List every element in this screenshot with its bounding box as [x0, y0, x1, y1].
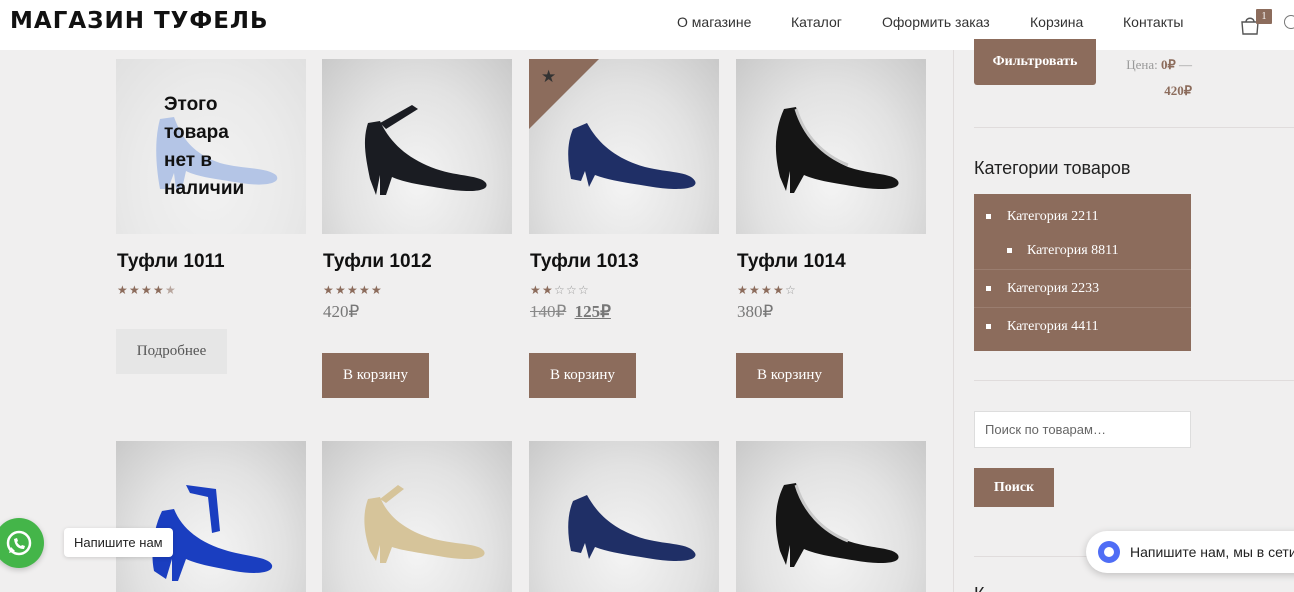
star-icon: ★ — [141, 283, 152, 297]
product-price: 140₽ 125₽ — [530, 302, 611, 322]
star-icon: ☆ — [566, 283, 577, 297]
sidebar-separator — [974, 380, 1294, 381]
category-item[interactable]: Категория 8811 — [1027, 243, 1119, 259]
list-bullet — [1007, 248, 1012, 253]
star-icon: ★ — [530, 283, 541, 297]
chat-bubble-icon — [1098, 541, 1120, 563]
shoe-image — [364, 485, 485, 563]
shoe-image — [152, 485, 273, 581]
list-bullet — [986, 324, 991, 329]
rating-stars: ★★★★☆ — [737, 281, 797, 297]
category-separator — [974, 307, 1191, 308]
search-button[interactable]: Поиск — [974, 468, 1054, 507]
nav-item-checkout[interactable]: Оформить заказ — [882, 14, 990, 30]
shoe-image — [364, 105, 487, 195]
category-item[interactable]: Категория 4411 — [1007, 319, 1099, 335]
star-icon: ★ — [761, 283, 772, 297]
product-image[interactable] — [322, 441, 512, 592]
product-image[interactable]: ★ — [529, 59, 719, 234]
star-icon: ★ — [117, 283, 128, 297]
category-item[interactable]: Категория 2233 — [1007, 281, 1099, 297]
rating-stars: ★★★★★ — [323, 281, 383, 297]
product-search-input[interactable] — [974, 411, 1191, 448]
whatsapp-label[interactable]: Напишите нам — [64, 528, 173, 557]
featured-ribbon — [529, 59, 599, 129]
star-icon: ★ — [359, 283, 370, 297]
add-to-cart-button[interactable]: В корзину — [529, 353, 636, 398]
price-label: Цена: — [1126, 57, 1158, 72]
star-icon: ★ — [773, 283, 784, 297]
product-image[interactable]: Этого товара нет в наличии — [116, 59, 306, 234]
product-image[interactable] — [529, 441, 719, 592]
star-icon: ★ — [347, 283, 358, 297]
list-bullet — [986, 214, 991, 219]
featured-star-icon: ★ — [541, 67, 557, 86]
sidebar-divider — [953, 50, 954, 592]
site-header: МАГАЗИН ТУФЕЛЬ О магазине Каталог Оформи… — [0, 0, 1294, 50]
price-min: 0₽ — [1160, 57, 1176, 72]
add-to-cart-button[interactable]: В корзину — [322, 353, 429, 398]
product-price: 380₽ — [737, 302, 774, 321]
nav-item-contacts[interactable]: Контакты — [1123, 14, 1183, 30]
product-title[interactable]: Туфли 1013 — [530, 251, 639, 273]
product-price: 420₽ — [323, 302, 360, 321]
category-item[interactable]: Категория 2211 — [1007, 209, 1099, 225]
filter-button[interactable]: Фильтровать — [974, 39, 1096, 85]
sale-price: 125₽ — [574, 302, 611, 321]
whatsapp-button[interactable] — [0, 518, 44, 568]
price-range-label: Цена: 0₽ — 420₽ — [1120, 52, 1192, 104]
product-image[interactable] — [322, 59, 512, 234]
nav-item-about[interactable]: О магазине — [677, 14, 751, 30]
star-icon: ★ — [737, 283, 748, 297]
category-separator — [974, 269, 1191, 270]
star-icon: ★ — [542, 283, 553, 297]
rating-stars: ★★★★★ — [117, 281, 177, 297]
product-image[interactable] — [736, 441, 926, 592]
out-of-stock-label: Этого товара нет в наличии — [164, 94, 245, 199]
star-icon: ★ — [129, 283, 140, 297]
star-icon: ★ — [335, 283, 346, 297]
star-icon: ★ — [153, 283, 164, 297]
shoe-image — [568, 495, 696, 561]
sidebar-separator — [974, 127, 1294, 128]
product-title[interactable]: Туфли 1011 — [117, 251, 225, 273]
star-icon: ☆ — [785, 283, 796, 297]
star-icon: ☆ — [578, 283, 589, 297]
nav-item-cart[interactable]: Корзина — [1030, 14, 1083, 30]
search-icon[interactable] — [1284, 15, 1294, 29]
shoe-image — [775, 107, 899, 193]
nav-item-catalog[interactable]: Каталог — [791, 14, 842, 30]
old-price: 140₽ — [530, 302, 567, 321]
cart-count-badge: 1 — [1256, 9, 1272, 24]
categories-title: Категории товаров — [974, 158, 1131, 178]
star-icon: ★ — [323, 283, 334, 297]
next-widget-title: К — [974, 584, 985, 592]
details-button[interactable]: Подробнее — [116, 329, 227, 374]
product-image[interactable] — [736, 59, 926, 234]
star-icon: ★ — [749, 283, 760, 297]
product-title[interactable]: Туфли 1012 — [323, 251, 432, 273]
price-max: 420₽ — [1164, 83, 1192, 98]
whatsapp-icon — [6, 530, 32, 556]
price-separator: — — [1179, 57, 1192, 72]
star-icon: ★ — [371, 283, 382, 297]
live-chat-widget[interactable]: Напишите нам, мы в сети! — [1086, 531, 1294, 573]
rating-stars: ★★☆☆☆ — [530, 281, 590, 297]
product-title[interactable]: Туфли 1014 — [737, 251, 846, 273]
shoe-image — [775, 483, 899, 567]
chat-label: Напишите нам, мы в сети! — [1130, 544, 1294, 560]
site-logo[interactable]: МАГАЗИН ТУФЕЛЬ — [10, 8, 269, 34]
star-icon: ★ — [165, 283, 176, 297]
categories-list: Категория 2211 Категория 8811 Категория … — [974, 194, 1191, 351]
star-icon: ☆ — [554, 283, 565, 297]
add-to-cart-button[interactable]: В корзину — [736, 353, 843, 398]
list-bullet — [986, 286, 991, 291]
product-image[interactable] — [116, 441, 306, 592]
